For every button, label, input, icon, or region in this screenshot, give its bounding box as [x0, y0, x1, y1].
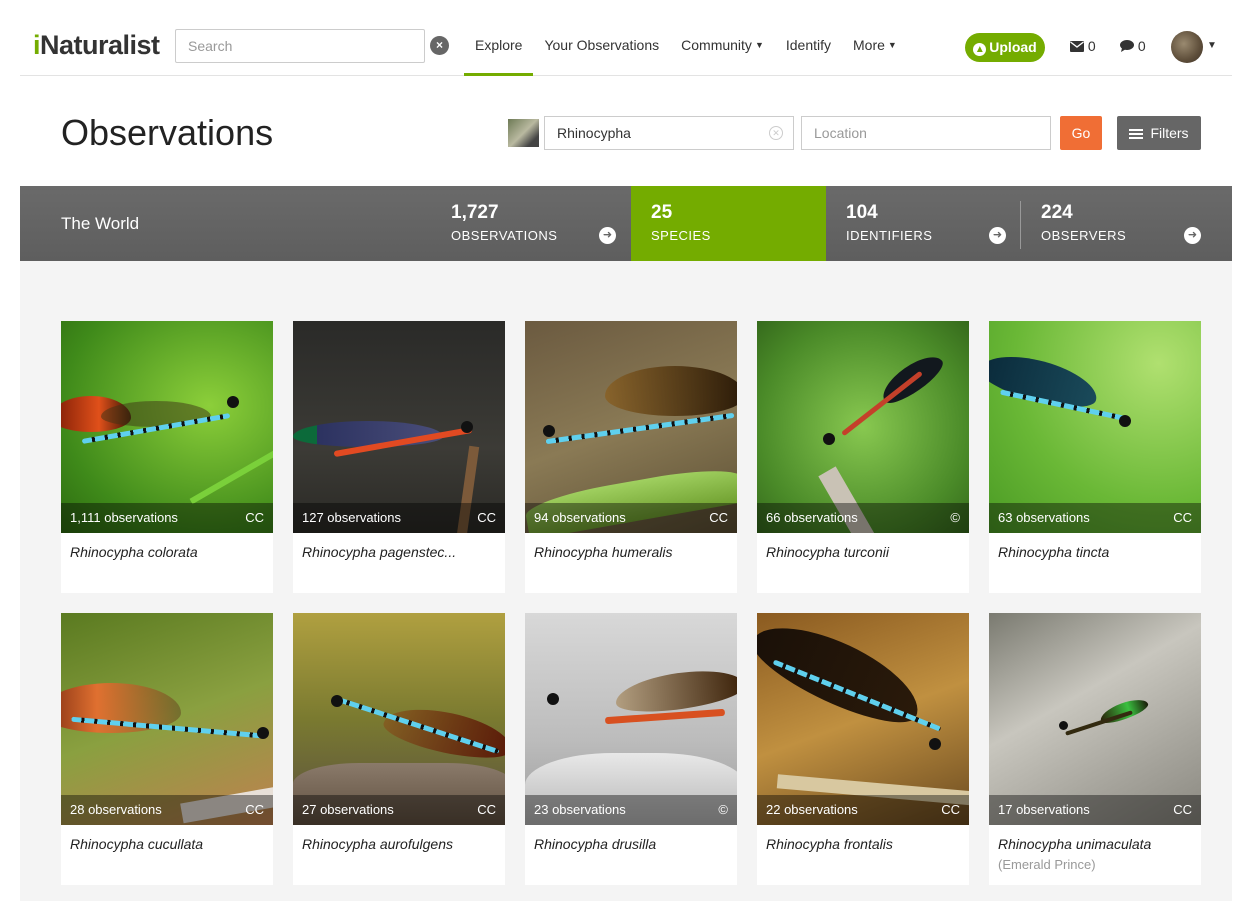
species-photo[interactable]: 27 observations CC: [293, 613, 505, 825]
species-photo[interactable]: 63 observations CC: [989, 321, 1201, 533]
species-name[interactable]: Rhinocypha tincta: [998, 544, 1193, 560]
species-card[interactable]: 66 observations © Rhinocypha turconii: [757, 321, 969, 593]
user-avatar[interactable]: [1171, 31, 1203, 63]
species-grid: 1,111 observations CC Rhinocypha colorata…: [20, 261, 1232, 901]
top-nav: iNaturalist Search × Explore Your Observ…: [20, 20, 1232, 76]
stat-observers[interactable]: 224 OBSERVERS ➜: [1021, 186, 1216, 261]
nav-your-observations[interactable]: Your Observations: [533, 20, 670, 76]
species-card[interactable]: 63 observations CC Rhinocypha tincta: [989, 321, 1201, 593]
stat-species[interactable]: 25 SPECIES: [631, 186, 826, 261]
search-input[interactable]: Search: [175, 29, 425, 63]
species-name[interactable]: Rhinocypha turconii: [766, 544, 961, 560]
messages-button[interactable]: 0: [1070, 38, 1096, 54]
species-card[interactable]: 28 observations CC Rhinocypha cucullata: [61, 613, 273, 885]
nav-community[interactable]: Community ▼: [670, 20, 775, 76]
species-card[interactable]: 22 observations CC Rhinocypha frontalis: [757, 613, 969, 885]
go-button[interactable]: Go: [1060, 116, 1102, 150]
upload-icon: ▲: [973, 43, 987, 56]
species-name[interactable]: Rhinocypha aurofulgens: [302, 836, 497, 852]
nav-explore[interactable]: Explore: [464, 20, 534, 76]
stat-observations[interactable]: 1,727 OBSERVATIONS ➜: [431, 186, 631, 261]
envelope-icon: [1070, 41, 1084, 52]
comment-icon: [1120, 40, 1134, 52]
location-input[interactable]: Location: [801, 116, 1051, 150]
species-name[interactable]: Rhinocypha colorata: [70, 544, 265, 560]
species-name[interactable]: Rhinocypha pagenstec...: [302, 544, 497, 560]
arrow-right-icon: ➜: [1184, 227, 1201, 244]
inaturalist-logo[interactable]: iNaturalist: [33, 30, 160, 61]
filters-button[interactable]: Filters: [1117, 116, 1201, 150]
chevron-down-icon: ▼: [754, 40, 764, 50]
species-photo[interactable]: 66 observations ©: [757, 321, 969, 533]
species-photo[interactable]: 28 observations CC: [61, 613, 273, 825]
species-card[interactable]: 27 observations CC Rhinocypha aurofulgens: [293, 613, 505, 885]
clear-search-icon[interactable]: ×: [430, 36, 449, 55]
species-photo[interactable]: 127 observations CC: [293, 321, 505, 533]
species-photo[interactable]: 22 observations CC: [757, 613, 969, 825]
place-name: The World: [61, 214, 140, 233]
page-title: Observations: [61, 112, 274, 153]
species-common-name: (Emerald Prince): [998, 857, 1096, 872]
sliders-icon: [1129, 129, 1144, 139]
notifications-button[interactable]: 0: [1120, 38, 1146, 54]
species-card[interactable]: 17 observations CC Rhinocypha unimaculata…: [989, 613, 1201, 885]
species-photo[interactable]: 23 observations ©: [525, 613, 737, 825]
taxon-thumbnail: [508, 119, 539, 147]
species-card[interactable]: 23 observations © Rhinocypha drusilla: [525, 613, 737, 885]
species-photo[interactable]: 1,111 observations CC: [61, 321, 273, 533]
taxon-search-input[interactable]: Rhinocypha ✕: [544, 116, 794, 150]
species-name[interactable]: Rhinocypha unimaculata: [998, 836, 1193, 852]
species-photo[interactable]: 17 observations CC: [989, 613, 1201, 825]
chevron-down-icon: ▼: [887, 40, 897, 50]
species-card[interactable]: 1,111 observations CC Rhinocypha colorata: [61, 321, 273, 593]
stats-bar: The World 1,727 OBSERVATIONS ➜ 25 SPECIE…: [20, 186, 1232, 261]
species-card[interactable]: 94 observations CC Rhinocypha humeralis: [525, 321, 737, 593]
species-name[interactable]: Rhinocypha humeralis: [534, 544, 729, 560]
nav-more[interactable]: More ▼: [842, 20, 908, 76]
chevron-down-icon[interactable]: ▼: [1207, 40, 1217, 51]
arrow-right-icon: ➜: [599, 227, 616, 244]
nav-links: Explore Your Observations Community ▼ Ide…: [464, 20, 908, 76]
species-name[interactable]: Rhinocypha drusilla: [534, 836, 729, 852]
species-name[interactable]: Rhinocypha frontalis: [766, 836, 961, 852]
arrow-right-icon: ➜: [989, 227, 1006, 244]
clear-taxon-icon[interactable]: ✕: [769, 126, 783, 140]
species-card[interactable]: 127 observations CC Rhinocypha pagenstec.…: [293, 321, 505, 593]
nav-identify[interactable]: Identify: [775, 20, 842, 76]
upload-button[interactable]: ▲ Upload: [965, 33, 1045, 62]
species-name[interactable]: Rhinocypha cucullata: [70, 836, 265, 852]
stat-identifiers[interactable]: 104 IDENTIFIERS ➜: [826, 186, 1021, 261]
species-photo[interactable]: 94 observations CC: [525, 321, 737, 533]
